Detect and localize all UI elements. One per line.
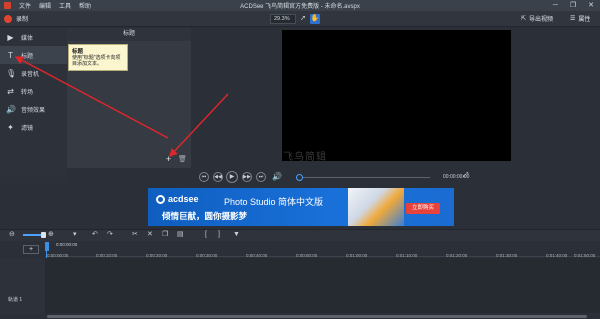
sidebar-item-transition[interactable]: ⇄ 转场 <box>0 82 67 100</box>
text-icon: T <box>8 50 13 60</box>
filter-wand-icon: ✦ <box>7 122 14 132</box>
menu-help[interactable]: 帮助 <box>79 1 91 10</box>
sidebar-item-label: 录音机 <box>21 71 40 78</box>
timeline-zoom-knob[interactable] <box>41 232 46 238</box>
acdsee-logo-icon <box>156 194 165 204</box>
redo-icon[interactable]: ↷ <box>107 229 113 241</box>
menu-bar: 文件 编辑 工具 帮助 ACDSee 飞鸟简辑官方免费版 - 未命名.avspx… <box>0 0 600 11</box>
zoom-select[interactable]: 29.3% <box>270 14 296 24</box>
delete-clip-icon[interactable]: ✕ <box>147 229 153 241</box>
delete-title-icon[interactable]: 🗑 <box>178 155 187 164</box>
buy-now-button[interactable]: 立即购买 <box>406 203 440 214</box>
fullscreen-icon[interactable]: ⤢ <box>463 172 469 180</box>
minimize-button[interactable]: ─ <box>553 0 558 11</box>
banner-product-image <box>348 188 404 226</box>
title-tooltip: 标题 使用"标题"选项卡向项目添加文本。 <box>68 44 128 71</box>
go-start-icon[interactable]: ⏮ <box>199 172 209 182</box>
transition-icon: ⇄ <box>7 86 14 96</box>
playhead-handle[interactable] <box>45 242 49 251</box>
timeline-toolbar <box>0 229 600 241</box>
seek-knob[interactable] <box>296 174 303 181</box>
add-marker-icon[interactable]: ▼ <box>233 229 240 241</box>
banner-product: Photo Studio 简体中文版 <box>224 197 324 207</box>
audio-effect-icon: 🔊 <box>6 104 16 114</box>
tooltip-text: 使用"标题"选项卡向项目添加文本。 <box>72 55 121 67</box>
track-lane[interactable] <box>45 258 600 314</box>
close-button[interactable]: ✕ <box>588 0 594 11</box>
add-track-button[interactable]: + <box>23 245 39 254</box>
watermark: 飞鸟简辑 <box>283 152 327 163</box>
sidebar-item-label: 滤镜 <box>21 125 34 132</box>
sidebar-item-label: 转场 <box>21 89 34 96</box>
pointer-tool-icon[interactable]: ➚ <box>298 14 308 24</box>
sidebar-item-audio-effects[interactable]: 🔊 音频效果 <box>0 100 67 118</box>
app-logo-icon <box>4 2 11 9</box>
banner-slogan: 倾情巨献，圆你摄影梦 <box>162 211 248 221</box>
play-icon[interactable]: ▶ <box>226 171 238 183</box>
sidebar-item-label: 媒体 <box>21 35 34 42</box>
track-label: 轨道 1 <box>8 297 23 303</box>
go-end-icon[interactable]: ⏭ <box>256 172 266 182</box>
restore-button[interactable]: ❐ <box>570 0 576 11</box>
step-back-icon[interactable]: ◀◀ <box>213 172 223 182</box>
sidebar: ▶ 媒体 T 标题 🎙 录音机 ⇄ 转场 🔊 音频效果 ✦ 滤镜 <box>0 28 67 183</box>
step-forward-icon[interactable]: ▶▶ <box>242 172 252 182</box>
copy-icon[interactable]: ❐ <box>162 229 168 241</box>
properties-button[interactable]: ☰ 属性 <box>570 14 590 23</box>
microphone-icon: 🎙 <box>6 68 17 78</box>
add-title-button[interactable]: + <box>164 155 173 164</box>
banner-logo: acdsee <box>156 194 199 204</box>
marker-icon[interactable]: ▾ <box>73 229 77 241</box>
menu-file[interactable]: 文件 <box>19 1 31 10</box>
zoom-out-icon[interactable]: ⊖ <box>9 229 15 241</box>
track-header[interactable] <box>0 258 45 314</box>
zoom-value: 29.3% <box>274 16 290 22</box>
media-icon: ▶ <box>7 32 14 42</box>
undo-icon[interactable]: ↶ <box>92 229 98 241</box>
main-toolbar: 录制 29.3% ➚ ✋ ⇱ 导出视频 ☰ 属性 <box>0 11 600 27</box>
seek-track[interactable] <box>299 177 430 178</box>
properties-label: 属性 <box>578 17 591 23</box>
mark-in-icon[interactable]: [ <box>205 229 207 241</box>
export-icon: ⇱ <box>521 16 527 22</box>
volume-icon[interactable]: 🔊 <box>272 171 282 183</box>
preview-canvas[interactable] <box>282 30 511 161</box>
export-label: 导出视频 <box>529 17 554 23</box>
menu-tools[interactable]: 工具 <box>59 1 71 10</box>
timeline-scrollbar-thumb[interactable] <box>47 315 587 318</box>
paste-icon[interactable]: ▤ <box>177 229 184 241</box>
properties-icon: ☰ <box>570 16 576 22</box>
tooltip-title: 标题 <box>72 49 84 55</box>
panel-header: 标题 <box>67 28 191 41</box>
menu-edit[interactable]: 编辑 <box>39 1 51 10</box>
zoom-in-icon[interactable]: ⊕ <box>48 229 54 241</box>
sidebar-item-label: 标题 <box>21 53 34 60</box>
sidebar-item-title[interactable]: T 标题 <box>0 46 67 64</box>
sidebar-item-label: 音频效果 <box>21 107 46 114</box>
sidebar-item-recorder[interactable]: 🎙 录音机 <box>0 64 67 82</box>
banner-brand: acdsee <box>168 194 199 204</box>
mark-out-icon[interactable]: ] <box>218 229 220 241</box>
sidebar-item-media[interactable]: ▶ 媒体 <box>0 28 67 46</box>
sidebar-item-filters[interactable]: ✦ 滤镜 <box>0 118 67 136</box>
current-time: 0:00:00:00 <box>56 242 78 247</box>
cut-icon[interactable]: ✂ <box>132 229 138 241</box>
ad-banner[interactable]: acdsee Photo Studio 简体中文版 倾情巨献，圆你摄影梦 立即购… <box>148 188 454 226</box>
record-label: 录制 <box>16 17 29 23</box>
hand-tool-icon[interactable]: ✋ <box>310 14 320 24</box>
record-button[interactable]: 录制 <box>4 14 28 23</box>
export-video-button[interactable]: ⇱ 导出视频 <box>521 14 553 23</box>
record-dot-icon <box>4 14 12 23</box>
